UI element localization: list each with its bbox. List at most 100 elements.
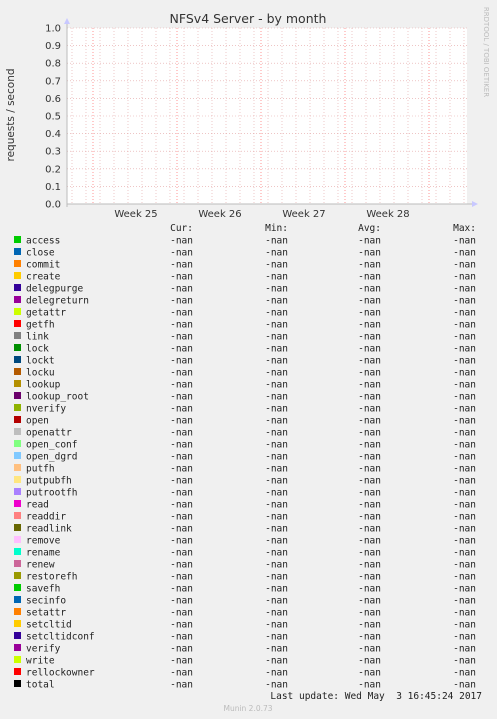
legend-value: -nan bbox=[265, 440, 288, 451]
y-tick-label: 0.0 bbox=[45, 200, 61, 211]
legend-value: -nan bbox=[265, 320, 288, 331]
legend-value: -nan bbox=[453, 620, 476, 631]
legend-value: -nan bbox=[453, 548, 476, 559]
y-tick-label: 0.8 bbox=[45, 59, 61, 70]
legend-row: renew -nan -nan -nan -nan bbox=[14, 560, 476, 571]
legend-series-name: getattr bbox=[26, 308, 66, 319]
legend-row: restorefh -nan -nan -nan -nan bbox=[14, 572, 476, 583]
legend-value: -nan bbox=[265, 668, 288, 679]
legend-row: locku -nan -nan -nan -nan bbox=[14, 368, 476, 379]
legend-value: -nan bbox=[265, 272, 288, 283]
legend-value: -nan bbox=[453, 356, 476, 367]
legend-value: -nan bbox=[453, 572, 476, 583]
legend-value: -nan bbox=[453, 584, 476, 595]
legend-value: -nan bbox=[453, 452, 476, 463]
legend-value: -nan bbox=[170, 572, 193, 583]
legend-row: lock -nan -nan -nan -nan bbox=[14, 344, 476, 355]
x-tick-label: Week 27 bbox=[282, 209, 325, 220]
legend-series-name: renew bbox=[26, 560, 55, 571]
legend-value: -nan bbox=[265, 560, 288, 571]
legend-value: -nan bbox=[453, 476, 476, 487]
legend-value: -nan bbox=[170, 536, 193, 547]
legend-value: -nan bbox=[170, 608, 193, 619]
legend-value: -nan bbox=[265, 476, 288, 487]
legend-series-name: delegpurge bbox=[26, 284, 83, 295]
legend-row: remove -nan -nan -nan -nan bbox=[14, 536, 476, 547]
legend-series-name: open_dgrd bbox=[26, 452, 77, 463]
legend-value: -nan bbox=[358, 320, 381, 331]
legend-series-name: close bbox=[26, 248, 55, 259]
legend-value: -nan bbox=[358, 416, 381, 427]
legend-row: delegreturn -nan -nan -nan -nan bbox=[14, 296, 476, 307]
legend-value: -nan bbox=[170, 452, 193, 463]
legend-value: -nan bbox=[358, 476, 381, 487]
legend-value: -nan bbox=[170, 644, 193, 655]
legend-value: -nan bbox=[358, 512, 381, 523]
legend-swatch bbox=[14, 584, 21, 591]
legend-series-name: restorefh bbox=[26, 572, 77, 583]
legend-swatch bbox=[14, 260, 21, 267]
legend-value: -nan bbox=[358, 668, 381, 679]
legend-series-name: create bbox=[26, 272, 61, 283]
legend-value: -nan bbox=[170, 404, 193, 415]
legend-value: -nan bbox=[453, 428, 476, 439]
legend-swatch bbox=[14, 608, 21, 615]
legend-value: -nan bbox=[170, 356, 193, 367]
legend-value: -nan bbox=[170, 668, 193, 679]
legend-swatch bbox=[14, 344, 21, 351]
x-tick-label: Week 26 bbox=[198, 209, 241, 220]
legend-series-name: open_conf bbox=[26, 440, 77, 451]
legend-value: -nan bbox=[265, 260, 288, 271]
legend-value: -nan bbox=[453, 416, 476, 427]
legend-value: -nan bbox=[265, 416, 288, 427]
legend-value: -nan bbox=[453, 344, 476, 355]
legend-value: -nan bbox=[265, 296, 288, 307]
legend-row: putpubfh -nan -nan -nan -nan bbox=[14, 476, 476, 487]
legend-value: -nan bbox=[170, 464, 193, 475]
legend-value: -nan bbox=[358, 680, 381, 691]
legend-row: getfh -nan -nan -nan -nan bbox=[14, 320, 476, 331]
legend-row: rellockowner -nan -nan -nan -nan bbox=[14, 668, 476, 679]
legend-value: -nan bbox=[170, 632, 193, 643]
legend-value: -nan bbox=[170, 596, 193, 607]
legend-value: -nan bbox=[170, 524, 193, 535]
y-axis-label: requests / second bbox=[5, 68, 17, 161]
legend-row: rename -nan -nan -nan -nan bbox=[14, 548, 476, 559]
legend-swatch bbox=[14, 236, 21, 243]
legend-row: verify -nan -nan -nan -nan bbox=[14, 644, 476, 655]
legend-row: lockt -nan -nan -nan -nan bbox=[14, 356, 476, 367]
legend-series-name: locku bbox=[26, 368, 55, 379]
legend-value: -nan bbox=[358, 596, 381, 607]
legend-value: -nan bbox=[453, 524, 476, 535]
legend-swatch bbox=[14, 476, 21, 483]
y-tick-label: 0.9 bbox=[45, 41, 61, 52]
legend-row: access -nan -nan -nan -nan bbox=[14, 236, 476, 247]
legend-value: -nan bbox=[265, 644, 288, 655]
legend-row: readdir -nan -nan -nan -nan bbox=[14, 512, 476, 523]
legend-value: -nan bbox=[453, 320, 476, 331]
y-tick-label: 0.5 bbox=[45, 112, 61, 123]
legend: Cur: Min: Avg: Max:access -nan -nan -nan -nancl… bbox=[14, 223, 476, 691]
legend-value: -nan bbox=[358, 272, 381, 283]
legend-value: -nan bbox=[453, 512, 476, 523]
legend-value: -nan bbox=[170, 392, 193, 403]
legend-value: -nan bbox=[358, 524, 381, 535]
legend-series-name: rename bbox=[26, 548, 61, 559]
legend-value: -nan bbox=[453, 680, 476, 691]
x-axis-arrow bbox=[472, 201, 478, 207]
legend-value: -nan bbox=[453, 656, 476, 667]
legend-value: -nan bbox=[265, 392, 288, 403]
rrdtool-credit: RRDTOOL / TOBI OETIKER bbox=[482, 7, 490, 97]
legend-value: -nan bbox=[453, 644, 476, 655]
legend-value: -nan bbox=[453, 464, 476, 475]
legend-swatch bbox=[14, 560, 21, 567]
y-tick-label: 1.0 bbox=[45, 24, 61, 35]
legend-value: -nan bbox=[453, 632, 476, 643]
legend-value: -nan bbox=[265, 344, 288, 355]
legend-value: -nan bbox=[358, 608, 381, 619]
y-tick-label: 0.6 bbox=[45, 94, 61, 105]
legend-series-name: lookup bbox=[26, 380, 61, 391]
legend-value: -nan bbox=[265, 404, 288, 415]
legend-value: -nan bbox=[170, 344, 193, 355]
legend-swatch bbox=[14, 428, 21, 435]
